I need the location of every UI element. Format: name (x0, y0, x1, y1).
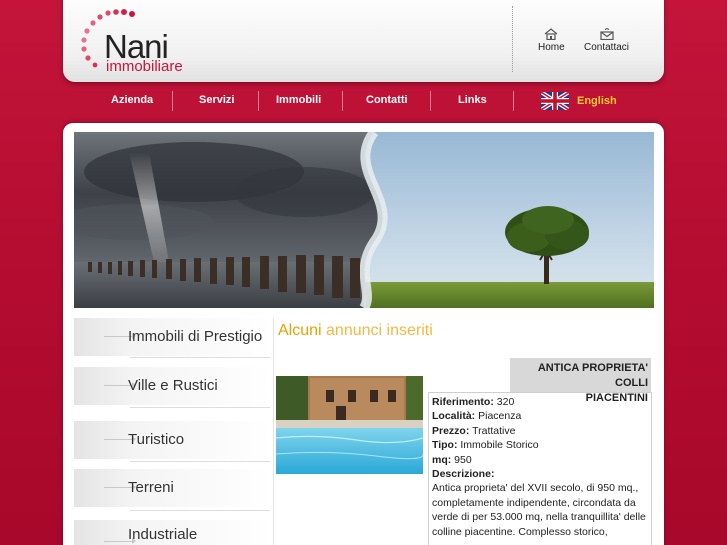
language-english[interactable]: English (577, 95, 617, 107)
logo[interactable]: Nani immobiliare (78, 8, 208, 75)
listing-heading-line1: ANTICA PROPRIETA' COLLI (537, 362, 648, 389)
banner-image (74, 132, 654, 308)
home-link-label: Home (538, 42, 565, 53)
sidebar-item-label: Terreni (128, 479, 174, 496)
contattaci-link-label: Contattaci (584, 42, 630, 53)
mail-icon (599, 28, 614, 40)
sidebar-item-terreni[interactable]: Terreni (74, 469, 271, 507)
nav-azienda[interactable]: Azienda (111, 94, 153, 106)
nav-separator (258, 91, 259, 111)
nav-servizi[interactable]: Servizi (199, 94, 234, 106)
nav-immobili[interactable]: Immobili (276, 94, 321, 106)
detail-mq: mq: 950 (432, 453, 472, 466)
home-icon (544, 28, 558, 40)
header-divider (512, 6, 513, 72)
sidebar-divider (130, 407, 270, 408)
sidebar-item-immobili-di-prestigio[interactable]: Immobili di Prestigio (74, 318, 271, 356)
section-title-bold: Alcuni (278, 322, 322, 339)
sidebar-divider (130, 461, 270, 462)
sidebar-item-label: Turistico (128, 431, 185, 448)
detail-tipo: Tipo: Immobile Storico (432, 439, 539, 452)
sidebar-item-turistico[interactable]: Turistico (74, 421, 271, 459)
uk-flag-icon[interactable] (541, 92, 569, 110)
sidebar-divider (130, 357, 270, 358)
sidebar-item-industriale[interactable]: Industriale (74, 520, 271, 545)
listing-photo[interactable] (276, 376, 423, 474)
nav-separator (342, 91, 343, 111)
nav-separator (513, 91, 514, 111)
sidebar-item-label: Ville e Rustici (128, 377, 218, 394)
home-link[interactable]: Home (538, 28, 565, 53)
nav-contatti[interactable]: Contatti (366, 94, 408, 106)
detail-riferimento: Riferimento: 320 (432, 396, 515, 408)
nav-links[interactable]: Links (458, 94, 487, 106)
section-title-light: annunci inseriti (326, 322, 433, 339)
detail-prezzo: Prezzo: Trattative (432, 424, 516, 437)
nav-separator (172, 91, 173, 111)
sidebar-item-label: Industriale (128, 526, 198, 543)
detail-descrizione-label: Descrizione: (432, 468, 495, 481)
logo-subtitle: immobiliare (106, 58, 183, 75)
section-title: Alcuni annunci inseriti (278, 322, 433, 340)
detail-descrizione: Antica proprieta' del XVII secolo, di 95… (432, 482, 646, 538)
column-divider (273, 318, 274, 545)
sidebar-divider (130, 510, 270, 511)
detail-localita: Località: Piacenza (432, 410, 522, 423)
nav-separator (430, 91, 431, 111)
sidebar-item-ville-e-rustici[interactable]: Ville e Rustici (74, 367, 271, 405)
listing-details: Riferimento: 320 Località: Piacenza Prez… (428, 392, 652, 545)
listing-heading[interactable]: ANTICA PROPRIETA' COLLI PIACENTINI (510, 358, 651, 404)
contattaci-link[interactable]: Contattaci (584, 28, 629, 53)
sidebar-item-label: Immobili di Prestigio (128, 328, 263, 345)
main-nav: Azienda Servizi Immobili Contatti Links … (95, 88, 655, 114)
